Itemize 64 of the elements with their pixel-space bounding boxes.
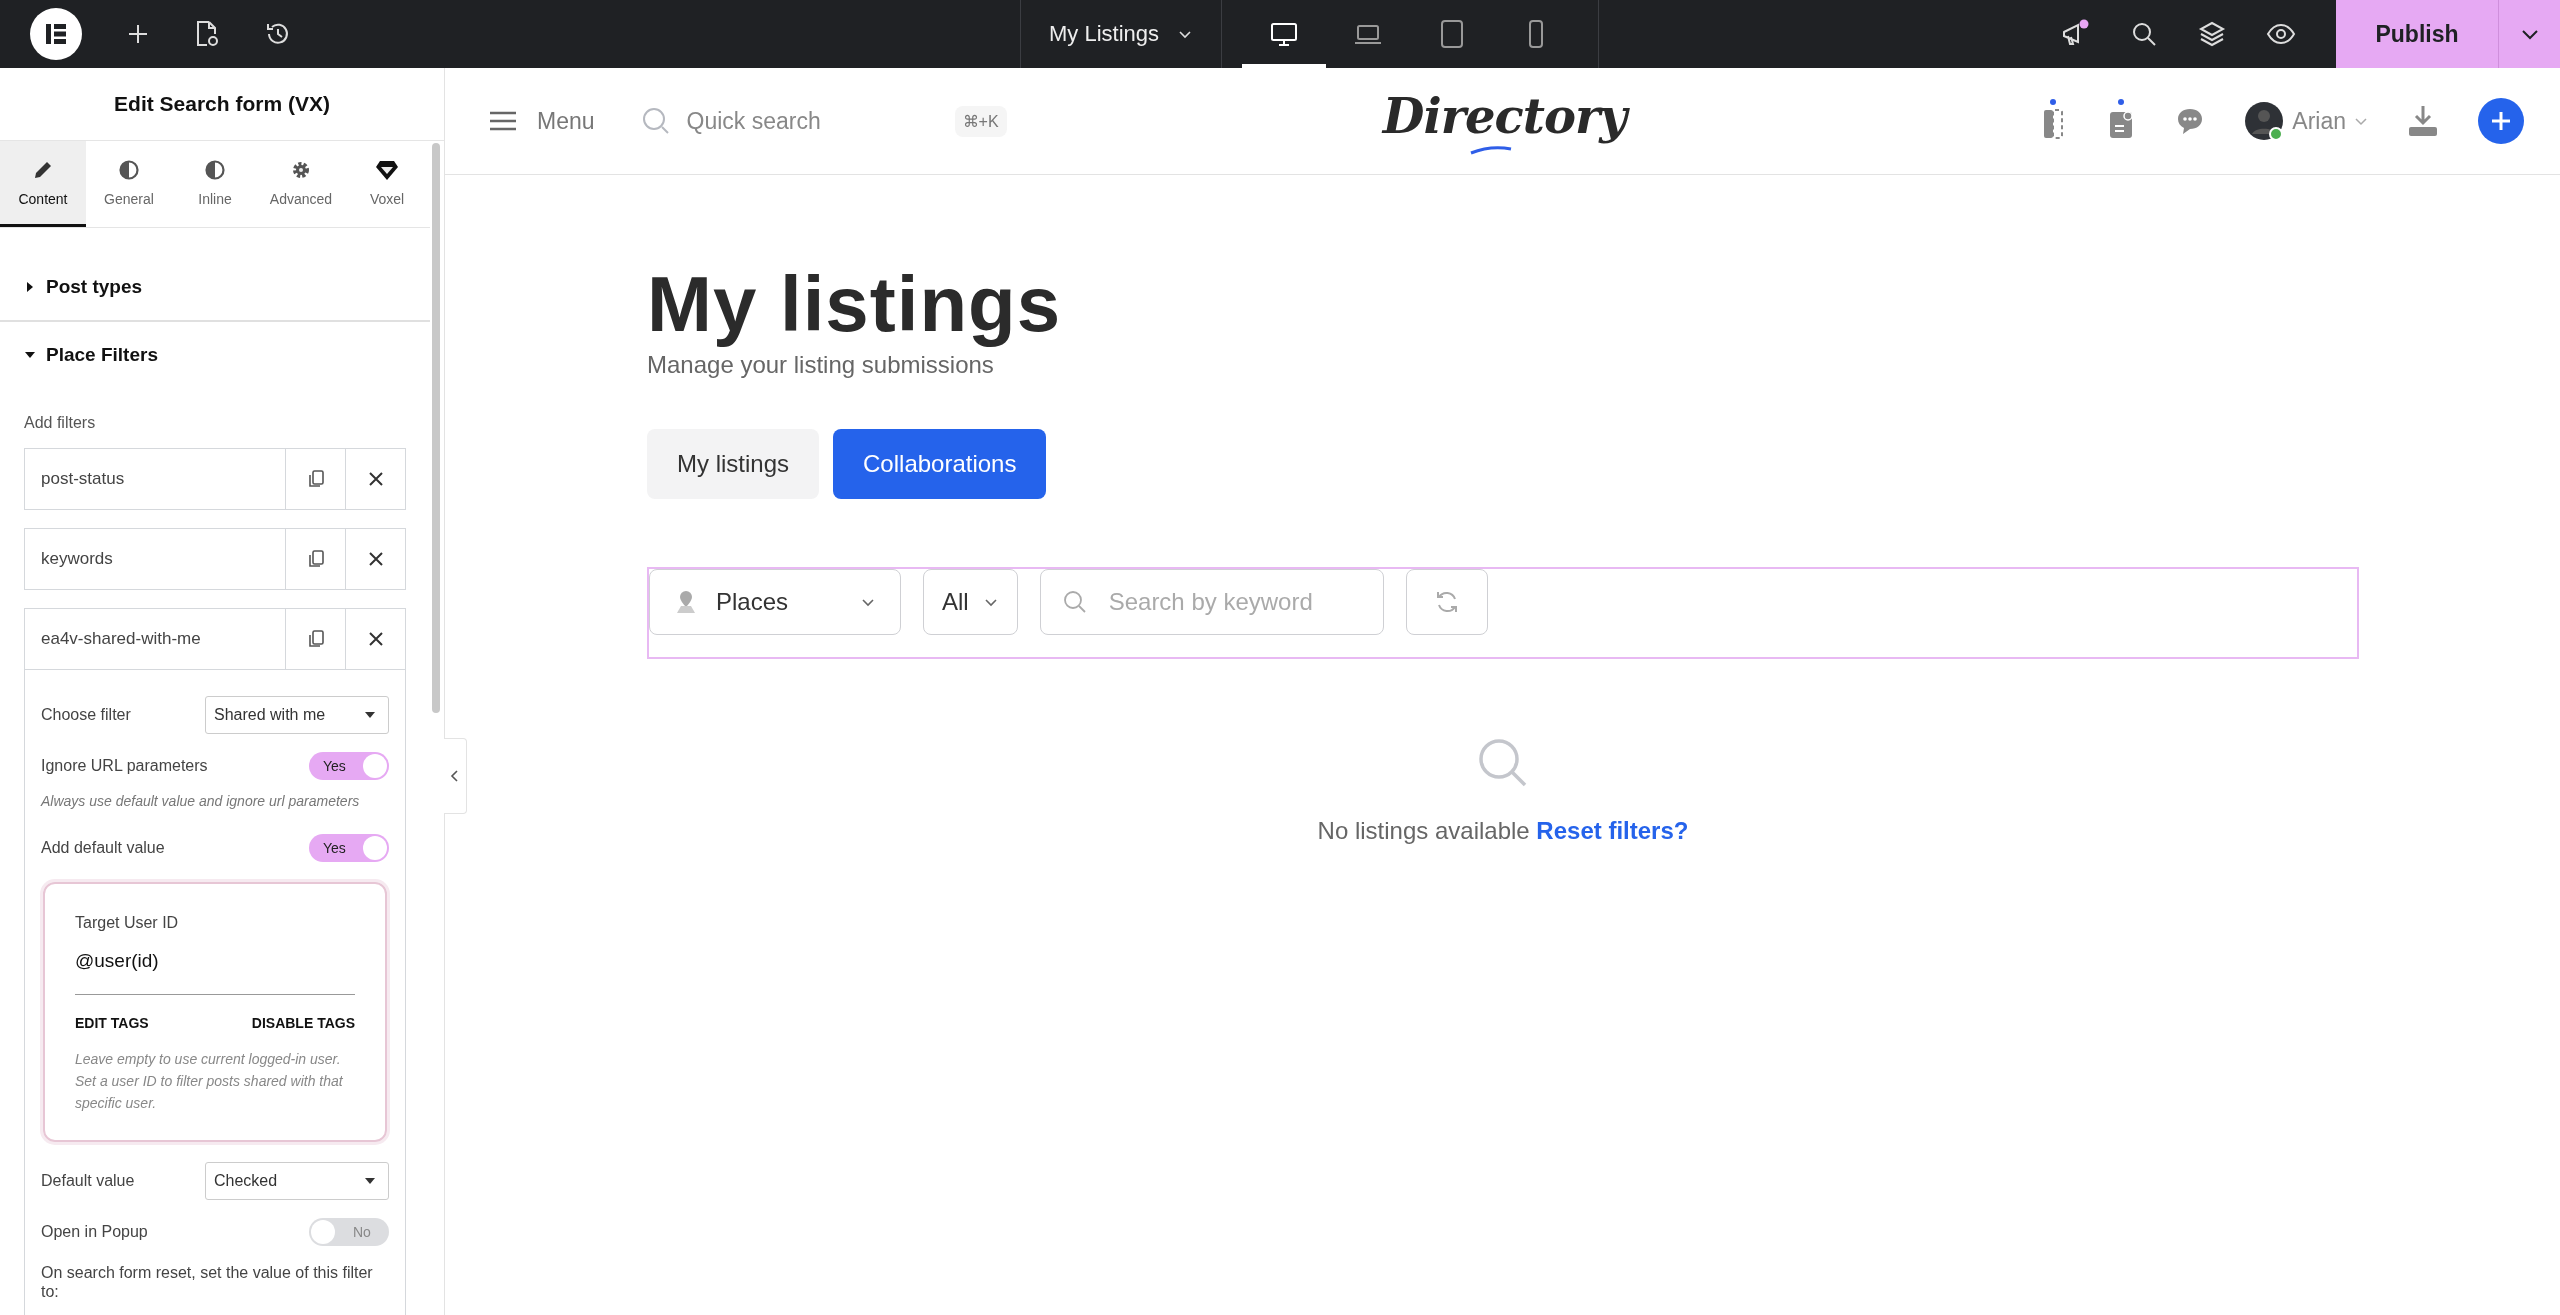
page-subtitle: Manage your listing submissions (647, 351, 995, 379)
user-menu[interactable]: Arian (2244, 101, 2368, 141)
chevron-down-icon (2354, 116, 2368, 126)
scrollbar[interactable] (432, 143, 440, 713)
toggle-switch[interactable]: Yes (309, 752, 389, 780)
field-label: Add default value (41, 839, 165, 858)
field-label: Target User ID (75, 914, 180, 933)
select-field[interactable]: Shared with me (205, 696, 389, 734)
field-label: Open in Popup (41, 1223, 148, 1242)
field-label: Add filters (24, 414, 97, 432)
listing-tab[interactable]: My listings (647, 429, 820, 499)
empty-state-message: No listings available Reset filters? (1317, 817, 1689, 845)
page-settings-icon[interactable] (194, 20, 220, 48)
toggle-switch[interactable]: Yes (309, 834, 389, 863)
section-header[interactable]: Place Filters (0, 322, 430, 388)
menu-icon (489, 110, 517, 132)
keyword-search-field[interactable]: Search by keyword (1039, 569, 1384, 635)
add-icon[interactable] (126, 22, 150, 46)
gem-icon (375, 158, 399, 181)
help-text: Always use default value and ignore url parameters (41, 792, 361, 811)
panel-tab[interactable]: General (86, 141, 172, 227)
shortcut-badge: ⌘+K (954, 105, 1007, 137)
add-button[interactable] (2478, 98, 2524, 144)
tag-action-link[interactable]: EDIT TAGS (75, 1015, 149, 1032)
elementor-logo-icon[interactable] (30, 8, 82, 60)
layers-icon[interactable] (2198, 20, 2226, 48)
section-header[interactable]: Post types (0, 254, 430, 322)
chevron-down-icon (860, 596, 876, 608)
panel-tab[interactable]: Voxel (344, 141, 430, 227)
site-logo[interactable]: Directory (1378, 84, 1635, 158)
caret-down-icon (364, 1177, 376, 1186)
help-text: Leave empty to use current logged-in user. Set a user ID to filter posts shared with that specific user. (75, 1050, 344, 1113)
panel-tab[interactable]: Content (0, 141, 86, 227)
chevron-down-icon (982, 596, 999, 608)
field-label: Ignore URL parameters (41, 757, 208, 775)
post-type-dropdown[interactable]: Places (649, 569, 901, 635)
panel-tab[interactable]: Inline (172, 141, 258, 227)
listing-tab[interactable]: Collaborations (833, 429, 1047, 499)
search-icon (1061, 589, 1088, 615)
plus-icon (2489, 109, 2513, 133)
field-label: On search form reset, set the value of this filter to: (41, 1264, 374, 1302)
menu-button[interactable]: Menu (489, 107, 595, 135)
caret-down-icon (364, 711, 376, 719)
collapse-panel-handle[interactable] (444, 738, 467, 814)
page-title-dropdown[interactable]: My Listings (1020, 0, 1223, 68)
publish-button[interactable]: Publish (2336, 0, 2498, 68)
search-icon (640, 106, 671, 136)
select-field[interactable]: Checked (205, 1162, 389, 1201)
field-label: Default value (41, 1172, 135, 1191)
reset-filters-link[interactable]: Reset filters? (1536, 817, 1689, 844)
tag-action-link[interactable]: DISABLE TAGS (251, 1015, 355, 1032)
avatar-icon (2244, 101, 2285, 141)
field-label: Choose filter (41, 706, 131, 724)
map-pin-icon (674, 589, 698, 615)
half-circle-icon (204, 158, 226, 181)
search-icon (1477, 737, 1529, 789)
download-icon[interactable] (2406, 103, 2440, 139)
half-circle-icon (118, 158, 140, 181)
search-icon[interactable] (2130, 20, 2158, 48)
status-dropdown[interactable]: All (923, 569, 1018, 635)
panel-tab[interactable]: Advanced (258, 141, 344, 227)
tag-value-field[interactable]: @user(id) (75, 932, 355, 996)
user-name: Arian (2292, 107, 2346, 135)
desktop-icon (1269, 20, 1300, 48)
